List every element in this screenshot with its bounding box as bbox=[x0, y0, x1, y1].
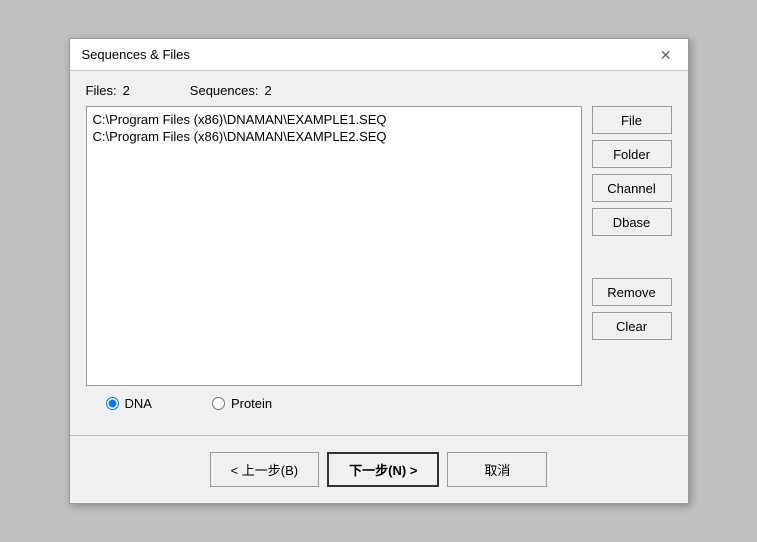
files-value: 2 bbox=[123, 83, 130, 98]
folder-button[interactable]: Folder bbox=[592, 140, 672, 168]
dbase-button[interactable]: Dbase bbox=[592, 208, 672, 236]
protein-radio[interactable] bbox=[212, 397, 225, 410]
dna-radio-group: DNA bbox=[106, 396, 152, 411]
footer: < 上一步(B) 下一步(N) > 取消 bbox=[70, 444, 688, 503]
divider bbox=[70, 435, 688, 436]
files-label: Files: bbox=[86, 83, 117, 98]
file-button[interactable]: File bbox=[592, 106, 672, 134]
radio-row: DNA Protein bbox=[86, 396, 672, 411]
main-area: C:\Program Files (x86)\DNAMAN\EXAMPLE1.S… bbox=[86, 106, 672, 386]
clear-button[interactable]: Clear bbox=[592, 312, 672, 340]
title-bar: Sequences & Files ✕ bbox=[70, 39, 688, 71]
sequences-stat: Sequences: 2 bbox=[190, 83, 272, 98]
sequences-files-dialog: Sequences & Files ✕ Files: 2 Sequences: … bbox=[69, 38, 689, 504]
sequences-value: 2 bbox=[264, 83, 271, 98]
list-item[interactable]: C:\Program Files (x86)\DNAMAN\EXAMPLE2.S… bbox=[91, 128, 577, 145]
channel-button[interactable]: Channel bbox=[592, 174, 672, 202]
file-list[interactable]: C:\Program Files (x86)\DNAMAN\EXAMPLE1.S… bbox=[86, 106, 582, 386]
files-stat: Files: 2 bbox=[86, 83, 130, 98]
remove-button[interactable]: Remove bbox=[592, 278, 672, 306]
cancel-button[interactable]: 取消 bbox=[447, 452, 547, 487]
list-item[interactable]: C:\Program Files (x86)\DNAMAN\EXAMPLE1.S… bbox=[91, 111, 577, 128]
dialog-body: Files: 2 Sequences: 2 C:\Program Files (… bbox=[70, 71, 688, 423]
dna-label: DNA bbox=[125, 396, 152, 411]
button-panel: File Folder Channel Dbase Remove Clear bbox=[592, 106, 672, 386]
back-button[interactable]: < 上一步(B) bbox=[210, 452, 320, 487]
stats-row: Files: 2 Sequences: 2 bbox=[86, 83, 672, 98]
dialog-title: Sequences & Files bbox=[82, 47, 190, 62]
sequences-label: Sequences: bbox=[190, 83, 259, 98]
next-button[interactable]: 下一步(N) > bbox=[327, 452, 439, 487]
protein-label: Protein bbox=[231, 396, 272, 411]
spacer bbox=[592, 242, 672, 272]
close-button[interactable]: ✕ bbox=[656, 48, 676, 62]
dna-radio[interactable] bbox=[106, 397, 119, 410]
protein-radio-group: Protein bbox=[212, 396, 272, 411]
